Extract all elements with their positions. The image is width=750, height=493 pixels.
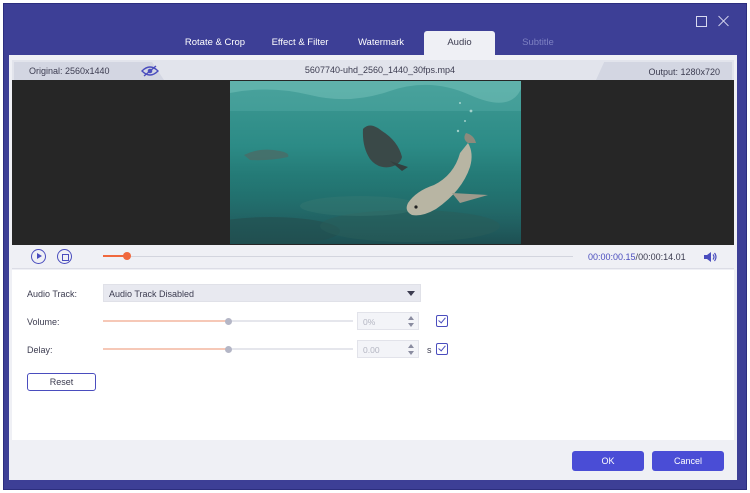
maximize-icon[interactable] [694, 14, 708, 28]
delay-up-arrow-icon[interactable] [408, 344, 414, 348]
tab-watermark[interactable]: Watermark [346, 31, 416, 55]
delay-value: 0.00 [363, 345, 380, 355]
output-resolution-label: Output: 1280x720 [648, 67, 720, 77]
video-preview [230, 81, 521, 244]
reset-button[interactable]: Reset [27, 373, 96, 391]
audio-track-value: Audio Track Disabled [109, 289, 195, 299]
tab-subtitle: Subtitle [522, 37, 554, 48]
progress-handle[interactable] [122, 252, 131, 260]
eye-icon[interactable] [141, 65, 159, 77]
file-name: 5607740-uhd_2560_1440_30fps.mp4 [304, 65, 456, 75]
cancel-button[interactable]: Cancel [652, 451, 724, 471]
close-icon[interactable] [717, 14, 731, 28]
sea-lions-scene [230, 81, 521, 244]
delay-unit: s [427, 345, 432, 355]
delay-slider-handle[interactable] [225, 346, 232, 353]
volume-value: 0% [363, 317, 376, 327]
time-display: 00:00:00.15/00:00:14.01 [588, 252, 686, 262]
tab-rotate-crop[interactable]: Rotate & Crop [176, 31, 254, 55]
volume-down-arrow-icon[interactable] [408, 323, 414, 327]
volume-stepper[interactable]: 0% [357, 312, 419, 330]
total-time: 00:00:14.01 [638, 252, 686, 262]
volume-label: Volume: [27, 317, 60, 327]
original-resolution-label: Original: 2560x1440 [29, 66, 110, 76]
volume-apply-all-icon[interactable] [436, 315, 448, 327]
volume-up-arrow-icon[interactable] [408, 316, 414, 320]
audio-track-select[interactable]: Audio Track Disabled [103, 284, 421, 302]
volume-slider-handle[interactable] [225, 318, 232, 325]
delay-down-arrow-icon[interactable] [408, 351, 414, 355]
stop-icon[interactable] [57, 249, 72, 264]
current-time: 00:00:00.15 [588, 252, 636, 262]
delay-label: Delay: [27, 345, 53, 355]
volume-slider-fill [103, 320, 228, 322]
play-icon[interactable] [31, 249, 46, 264]
delay-apply-all-icon[interactable] [436, 343, 448, 355]
progress-track[interactable] [103, 256, 573, 257]
chevron-down-icon [407, 291, 415, 296]
tab-effect-filter[interactable]: Effect & Filter [262, 31, 338, 55]
tab-audio[interactable]: Audio [424, 31, 495, 55]
volume-icon[interactable] [703, 251, 717, 263]
delay-stepper[interactable]: 0.00 [357, 340, 419, 358]
ok-button[interactable]: OK [572, 451, 644, 471]
delay-slider-fill [103, 348, 228, 350]
audio-track-label: Audio Track: [27, 289, 78, 299]
